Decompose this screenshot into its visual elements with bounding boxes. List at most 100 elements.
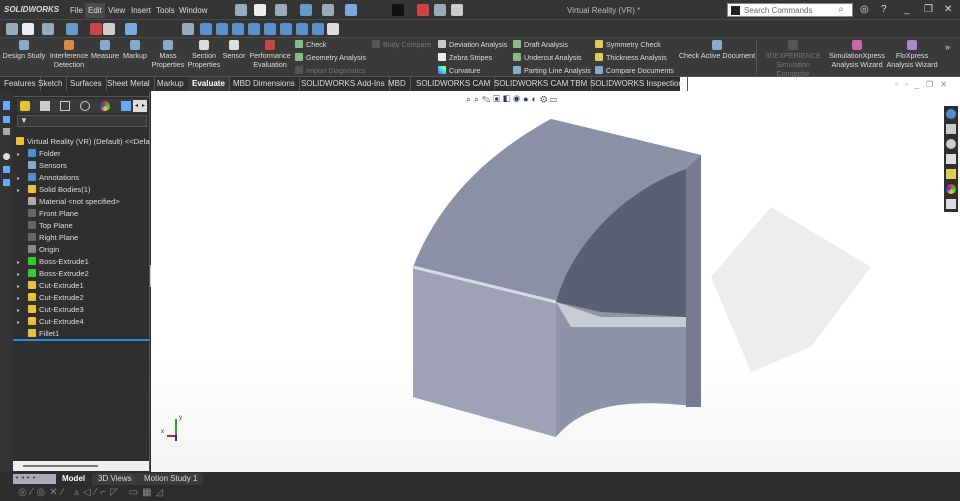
heads-up-view-toolbar[interactable]: ⌕⌕✎▣◧◉●◐⚙▭ [466,94,626,106]
tab-solidworks-cam[interactable]: SOLIDWORKS CAM [412,77,496,91]
tree-root[interactable]: Virtual Reality (VR) (Default) <<Defa [16,136,153,148]
dimxpert-tab-icon[interactable] [80,101,90,111]
gear-icon[interactable] [103,23,115,35]
select-icon[interactable] [392,4,404,16]
tab-motion-study-1[interactable]: Motion Study 1 [138,473,204,485]
tab-sketch[interactable]: Sketch [34,77,68,91]
camera-icon[interactable] [3,179,10,186]
mate-icon[interactable] [3,128,10,135]
menu-edit[interactable]: Edit [85,3,105,18]
print-icon[interactable] [322,4,334,16]
tab-model[interactable]: Model [56,473,92,485]
tree-item[interactable]: ▸ Cut-Extrude4 [17,316,154,328]
tab-navigation-arrows[interactable]: ◂◂▸▸ [13,474,56,484]
ribbon-more-icon[interactable]: » [945,42,950,52]
tree-item[interactable]: ▸ Annotations [17,172,154,184]
home-icon[interactable] [235,4,247,16]
tab-solidworks-cam-tbm[interactable]: SOLIDWORKS CAM TBM [490,77,593,91]
menu-file[interactable]: File [67,3,86,18]
sketch-tools-icons[interactable]: ◎⁄◎✕⁄ ▵◁⁄⌐◸ ▭▦◿ [18,487,167,498]
rebuild-icon[interactable] [417,4,429,16]
appearances-icon[interactable] [946,184,956,194]
tree-filter[interactable]: ▼ [17,115,147,127]
home-icon[interactable] [946,124,956,134]
part-icon[interactable] [3,101,10,110]
user-icon[interactable]: ◎ [860,4,869,15]
section-properties-button[interactable]: Section Properties [186,40,222,69]
propertymanager-tab-icon[interactable] [40,101,50,111]
design-library-icon[interactable] [946,139,956,149]
open-icon[interactable] [42,23,54,35]
tab-mbd-dimensions[interactable]: MBD Dimensions [229,77,300,91]
new-icon[interactable] [22,23,34,35]
tree-item[interactable]: Origin [17,244,154,256]
check-button[interactable]: Check [295,40,326,49]
minimize-icon[interactable]: _ [904,4,910,15]
tree-item[interactable]: Material <not specified> [17,196,154,208]
home-icon[interactable] [6,23,18,35]
tree-item[interactable]: ▸ Cut-Extrude3 [17,304,154,316]
new-icon[interactable] [254,4,266,16]
tree-item[interactable]: Fillet1 [17,328,154,340]
view-palette-icon[interactable] [946,169,956,179]
menu-view[interactable]: View [105,3,128,18]
measure-button[interactable]: Measure [90,40,120,60]
trimetric-icon[interactable] [312,23,324,35]
open-icon[interactable] [275,4,287,16]
sketch-icon[interactable] [3,116,10,123]
brush-icon[interactable] [327,23,339,35]
design-study-button[interactable]: Design Study [2,40,46,60]
horizontal-scrollbar[interactable] [13,461,149,471]
curvature-button[interactable]: Curvature [438,66,481,75]
save-icon[interactable] [300,4,312,16]
tab-solidworks-inspection[interactable]: SOLIDWORKS Inspection [586,77,688,91]
tab-sheet-metal[interactable]: Sheet Metal [103,77,155,91]
viewport-window-controls[interactable]: ▫▫_❐✕ [895,80,954,89]
tree-item[interactable]: Front Plane [17,208,154,220]
performance-evaluation-button[interactable]: Performance Evaluation [248,40,292,69]
body-compare-button[interactable]: Body Compare [372,40,431,49]
close-icon[interactable]: ✕ [944,4,952,15]
tab-surfaces[interactable]: Surfaces [66,77,107,91]
view-right-icon[interactable] [248,23,260,35]
options-list-icon[interactable] [434,4,446,16]
tree-item[interactable]: ▸ Cut-Extrude2 [17,292,154,304]
panel-splitter[interactable] [13,91,150,97]
tree-item[interactable]: ▸ Cut-Extrude1 [17,280,154,292]
geometry-analysis-button[interactable]: Geometry Analysis [295,53,366,62]
compare-documents-button[interactable]: Compare Documents [595,66,674,75]
cam-tab-icon[interactable] [121,101,131,111]
save-icon[interactable] [66,23,78,35]
tree-item[interactable]: ▸ Folder [17,148,154,160]
simulation-connector-button[interactable]: 3DEXPERIENCE Simulation Connector [759,40,827,78]
tree-item[interactable]: ▸ Boss-Extrude2 [17,268,154,280]
tree-item[interactable]: Top Plane [17,220,154,232]
tab-markup[interactable]: Markup [153,77,189,91]
configurationmanager-tab-icon[interactable] [60,101,70,111]
help-icon[interactable]: ? [881,4,887,15]
gear-icon[interactable] [451,4,463,16]
resources-icon[interactable] [946,109,956,119]
menu-window[interactable]: Window [176,3,210,18]
simulationxpress-button[interactable]: SimulationXpress Analysis Wizard [828,40,886,69]
graphics-area[interactable]: ⌕⌕✎▣◧◉●◐⚙▭ y x [151,91,960,472]
isometric-icon[interactable] [296,23,308,35]
tab-scroll-right[interactable]: ▸ [140,100,147,112]
menu-tools[interactable]: Tools [153,3,178,18]
sensor-button[interactable]: Sensor [222,40,246,60]
normal-to-icon[interactable] [182,23,194,35]
floxpress-button[interactable]: FloXpress Analysis Wizard [886,40,938,69]
undo-icon[interactable] [125,23,137,35]
custom-properties-icon[interactable] [946,199,956,209]
view-bottom-icon[interactable] [280,23,292,35]
markup-button[interactable]: Markup [121,40,149,60]
undo-icon[interactable] [345,4,357,16]
display-manager-tab-icon[interactable] [100,101,110,111]
check-active-document-button[interactable]: Check Active Document [678,40,756,60]
view-top-icon[interactable] [264,23,276,35]
file-explorer-icon[interactable] [946,154,956,164]
view-back-icon[interactable] [216,23,228,35]
interference-detection-button[interactable]: Interference Detection [48,40,90,69]
tree-item[interactable]: ▸ Solid Bodies(1) [17,184,154,196]
draft-analysis-button[interactable]: Draft Analysis [513,40,568,49]
